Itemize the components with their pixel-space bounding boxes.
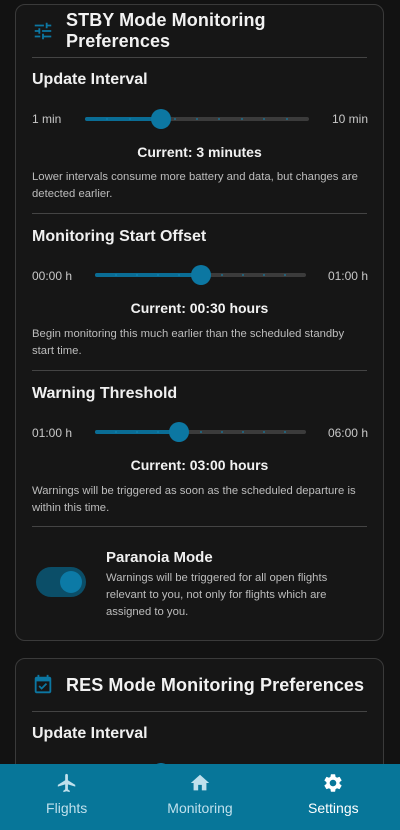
home-icon xyxy=(189,772,211,794)
update-interval-current: Current: 3 minutes xyxy=(137,144,262,160)
slider-tick xyxy=(220,431,223,433)
start-offset-description: Begin monitoring this much earlier than … xyxy=(32,328,345,357)
slider-thumb[interactable] xyxy=(151,109,172,129)
slider-tick xyxy=(283,274,286,276)
paranoia-mode-description: Warnings will be triggered for all open … xyxy=(106,572,328,618)
warning-threshold-max-label: 06:00 h xyxy=(327,426,368,440)
divider xyxy=(32,370,367,371)
nav-settings[interactable]: Settings xyxy=(267,764,400,830)
slider-thumb[interactable] xyxy=(190,265,211,285)
slider-tick xyxy=(262,431,265,433)
divider xyxy=(32,213,367,214)
paranoia-mode-toggle[interactable] xyxy=(36,567,86,597)
update-interval-slider[interactable] xyxy=(85,109,309,129)
slider-tick xyxy=(285,118,288,120)
start-offset-current: Current: 00:30 hours xyxy=(130,300,269,316)
update-interval-max-label: 10 min xyxy=(331,112,368,126)
slider-tick xyxy=(241,431,244,433)
gear-icon xyxy=(322,772,344,794)
paranoia-mode-title: Paranoia Mode xyxy=(106,549,213,566)
divider xyxy=(32,711,367,712)
divider xyxy=(32,57,367,58)
slider-tick xyxy=(241,274,244,276)
airplane-icon xyxy=(56,772,78,794)
sliders-icon xyxy=(32,20,54,42)
divider xyxy=(32,526,367,527)
nav-label: Settings xyxy=(308,800,359,816)
slider-tick xyxy=(240,118,243,120)
slider-tick xyxy=(128,118,131,120)
slider-tick xyxy=(173,118,176,120)
stby-card-header: STBY Mode Monitoring Preferences xyxy=(32,5,367,57)
res-card-header: RES Mode Monitoring Preferences xyxy=(32,659,367,711)
slider-tick xyxy=(196,118,198,120)
nav-flights[interactable]: Flights xyxy=(0,764,133,830)
start-offset-max-label: 01:00 h xyxy=(327,269,368,283)
start-offset-slider[interactable] xyxy=(95,265,306,285)
slider-tick xyxy=(220,274,223,276)
update-interval-description: Lower intervals consume more battery and… xyxy=(32,171,358,200)
warning-threshold-title: Warning Threshold xyxy=(32,385,178,402)
slider-tick xyxy=(262,274,265,276)
warning-threshold-slider[interactable] xyxy=(95,422,306,442)
slider-tick xyxy=(199,431,202,433)
warning-threshold-min-label: 01:00 h xyxy=(32,426,73,440)
calendar-check-icon xyxy=(32,674,54,696)
slider-tick xyxy=(283,431,286,433)
slider-thumb[interactable] xyxy=(169,422,190,442)
nav-monitoring[interactable]: Monitoring xyxy=(133,764,266,830)
nav-label: Flights xyxy=(46,800,88,816)
update-interval-min-label: 1 min xyxy=(32,112,62,126)
start-offset-title: Monitoring Start Offset xyxy=(32,228,207,245)
update-interval-title: Update Interval xyxy=(32,71,148,88)
warning-threshold-current: Current: 03:00 hours xyxy=(130,457,269,473)
bottom-navigation: Flights Monitoring Settings xyxy=(0,764,400,830)
warning-threshold-description: Warnings will be triggered as soon as th… xyxy=(32,485,356,514)
res-update-interval-title: Update Interval xyxy=(32,725,148,742)
nav-label: Monitoring xyxy=(167,800,233,816)
start-offset-min-label: 00:00 h xyxy=(32,269,73,283)
toggle-knob xyxy=(60,571,82,593)
res-card-title: RES Mode Monitoring Preferences xyxy=(66,674,365,695)
stby-card-title: STBY Mode Monitoring Preferences xyxy=(66,10,266,51)
stby-preferences-card: STBY Mode Monitoring Preferences Update … xyxy=(15,4,384,641)
